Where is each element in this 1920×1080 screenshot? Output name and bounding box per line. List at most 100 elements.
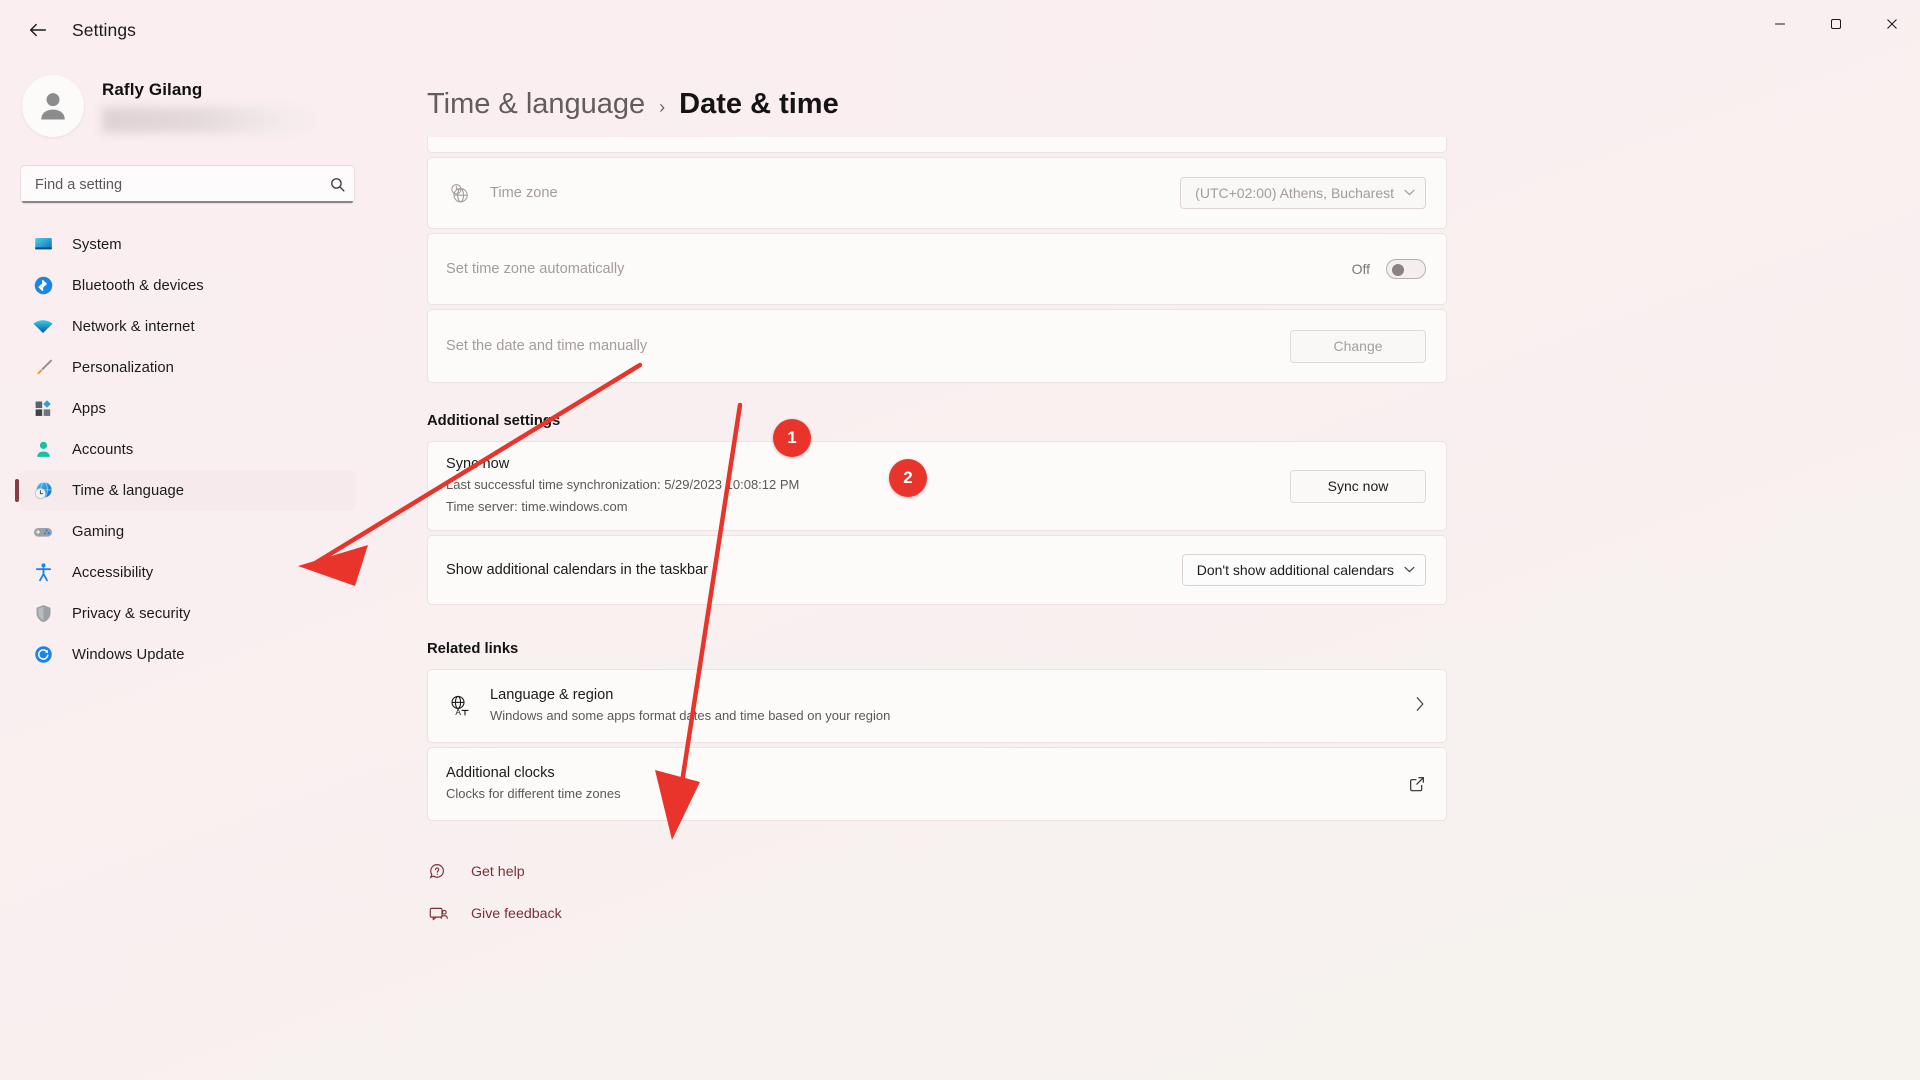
- toggle-state-label: Off: [1351, 261, 1370, 277]
- sidebar-item-bluetooth-devices[interactable]: Bluetooth & devices: [20, 265, 355, 306]
- sidebar-item-accessibility[interactable]: Accessibility: [20, 552, 355, 593]
- gamepad-icon: [32, 521, 54, 543]
- give-feedback-link[interactable]: Give feedback: [427, 893, 687, 935]
- setting-set-date-time-manually: Set the date and time manually Change: [427, 309, 1447, 383]
- language-globe-icon: A: [446, 693, 472, 719]
- change-date-time-button[interactable]: Change: [1290, 329, 1426, 363]
- additional-calendars-value: Don't show additional calendars: [1196, 562, 1394, 578]
- settings-window: Settings Rafly Gilang Find a setting Sys…: [0, 0, 1920, 1080]
- sidebar-item-label: Privacy & security: [72, 605, 191, 622]
- sidebar-item-system[interactable]: System: [20, 224, 355, 265]
- sidebar-item-gaming[interactable]: Gaming: [20, 511, 355, 552]
- sidebar-item-accounts[interactable]: Accounts: [20, 429, 355, 470]
- close-icon: [1887, 19, 1897, 29]
- chevron-down-icon: [1404, 565, 1415, 576]
- minimize-button[interactable]: [1752, 0, 1808, 48]
- setting-body: Set the date and time manually: [446, 338, 1290, 354]
- sidebar-item-label: Accessibility: [72, 564, 154, 581]
- sidebar-item-apps[interactable]: Apps: [20, 388, 355, 429]
- sidebar-item-label: Personalization: [72, 359, 174, 376]
- settings-list: Time zone (UTC+02:00) Athens, Bucharest: [427, 137, 1447, 935]
- breadcrumb-parent[interactable]: Time & language: [427, 88, 645, 121]
- wifi-icon: [32, 316, 54, 338]
- time-zone-value: (UTC+02:00) Athens, Bucharest: [1195, 185, 1394, 201]
- avatar: [22, 75, 84, 137]
- sidebar: Rafly Gilang Find a setting System Bluet…: [0, 60, 375, 1080]
- related-link-language-region[interactable]: A Language & region Windows and some app…: [427, 669, 1447, 743]
- back-button[interactable]: [14, 10, 62, 50]
- external-link-icon: [1408, 775, 1426, 793]
- sync-now-title: Sync now: [446, 455, 510, 472]
- person-icon: [32, 439, 54, 461]
- shield-icon: [32, 603, 54, 625]
- annotation-badge-2: 2: [889, 459, 927, 497]
- page-title: Date & time: [679, 88, 839, 120]
- related-link-additional-clocks[interactable]: Additional clocks Clocks for different t…: [427, 747, 1447, 821]
- setting-body: Set time zone automatically: [446, 261, 1352, 277]
- accessibility-icon: [32, 562, 54, 584]
- sidebar-item-privacy-security[interactable]: Privacy & security: [20, 593, 355, 634]
- additional-calendars-select[interactable]: Don't show additional calendars: [1181, 554, 1426, 586]
- footer-link-label: Get help: [471, 864, 525, 880]
- search-input[interactable]: [21, 176, 320, 193]
- chevron-down-icon: [1404, 188, 1415, 199]
- profile-email-redacted: [102, 106, 322, 133]
- set-timezone-automatically-toggle[interactable]: [1386, 259, 1426, 279]
- profile-name: Rafly Gilang: [102, 79, 203, 99]
- related-link-title: Language & region: [490, 686, 614, 703]
- breadcrumb: Time & language › Date & time: [427, 88, 1920, 121]
- get-help-link[interactable]: Get help: [427, 851, 687, 893]
- breadcrumb-separator-icon: ›: [659, 97, 666, 117]
- sidebar-item-network-internet[interactable]: Network & internet: [20, 306, 355, 347]
- sidebar-item-label: Windows Update: [72, 646, 185, 663]
- sidebar-item-label: Accounts: [72, 441, 134, 458]
- sidebar-item-label: Apps: [72, 400, 106, 417]
- sidebar-item-windows-update[interactable]: Windows Update: [20, 634, 355, 675]
- related-link-title: Additional clocks: [446, 764, 555, 781]
- sidebar-item-label: System: [72, 236, 122, 253]
- setting-time-zone[interactable]: Time zone (UTC+02:00) Athens, Bucharest: [427, 157, 1447, 229]
- setting-label: Show additional calendars in the taskbar: [446, 562, 709, 578]
- search-box[interactable]: [20, 165, 355, 204]
- clock-globe-icon: [446, 180, 472, 206]
- minimize-icon: [1775, 23, 1785, 25]
- setting-control: Don't show additional calendars: [1181, 554, 1426, 586]
- time-zone-select[interactable]: (UTC+02:00) Athens, Bucharest: [1180, 177, 1426, 209]
- setting-affordance: [1414, 696, 1426, 717]
- person-avatar-icon: [41, 93, 65, 120]
- section-heading-related-links: Related links: [427, 641, 519, 657]
- setting-control: Sync now: [1290, 469, 1426, 503]
- setting-set-timezone-automatically[interactable]: Set time zone automatically Off: [427, 233, 1447, 305]
- maximize-button[interactable]: [1808, 0, 1864, 48]
- setting-control: Change: [1290, 329, 1426, 363]
- sidebar-item-personalization[interactable]: Personalization: [20, 347, 355, 388]
- sidebar-item-time-language[interactable]: Time & language: [15, 470, 355, 511]
- close-button[interactable]: [1864, 0, 1920, 48]
- search-icon[interactable]: [320, 176, 354, 193]
- setting-body: Show additional calendars in the taskbar: [446, 562, 1182, 578]
- setting-body: Additional clocks Clocks for different t…: [446, 765, 1408, 804]
- sidebar-nav: System Bluetooth & devices Network & int…: [15, 224, 355, 675]
- setting-sync-now: Sync now Last successful time synchroniz…: [427, 441, 1447, 531]
- toggle-knob: [1392, 264, 1404, 276]
- sidebar-item-label: Network & internet: [72, 318, 195, 335]
- maximize-icon: [1831, 19, 1841, 29]
- app-title: Settings: [72, 19, 137, 40]
- setting-label: Set time zone automatically: [446, 261, 625, 277]
- footer-link-label: Give feedback: [471, 906, 562, 922]
- setting-label: Time zone: [490, 185, 558, 201]
- sidebar-item-label: Gaming: [72, 523, 125, 540]
- setting-control: (UTC+02:00) Athens, Bucharest: [1180, 177, 1426, 209]
- bluetooth-icon: [32, 275, 54, 297]
- monitor-icon: [32, 234, 54, 256]
- setting-additional-calendars[interactable]: Show additional calendars in the taskbar…: [427, 535, 1447, 605]
- help-icon: [427, 861, 449, 883]
- sync-now-button[interactable]: Sync now: [1290, 469, 1426, 503]
- paintbrush-icon: [32, 357, 54, 379]
- chevron-right-icon: [1414, 696, 1426, 717]
- related-link-sub: Windows and some apps format dates and t…: [490, 707, 891, 723]
- title-bar: Settings: [0, 0, 1920, 60]
- sidebar-item-label: Bluetooth & devices: [72, 277, 204, 294]
- user-profile[interactable]: Rafly Gilang: [22, 75, 355, 137]
- annotation-badge-1: 1: [773, 419, 811, 457]
